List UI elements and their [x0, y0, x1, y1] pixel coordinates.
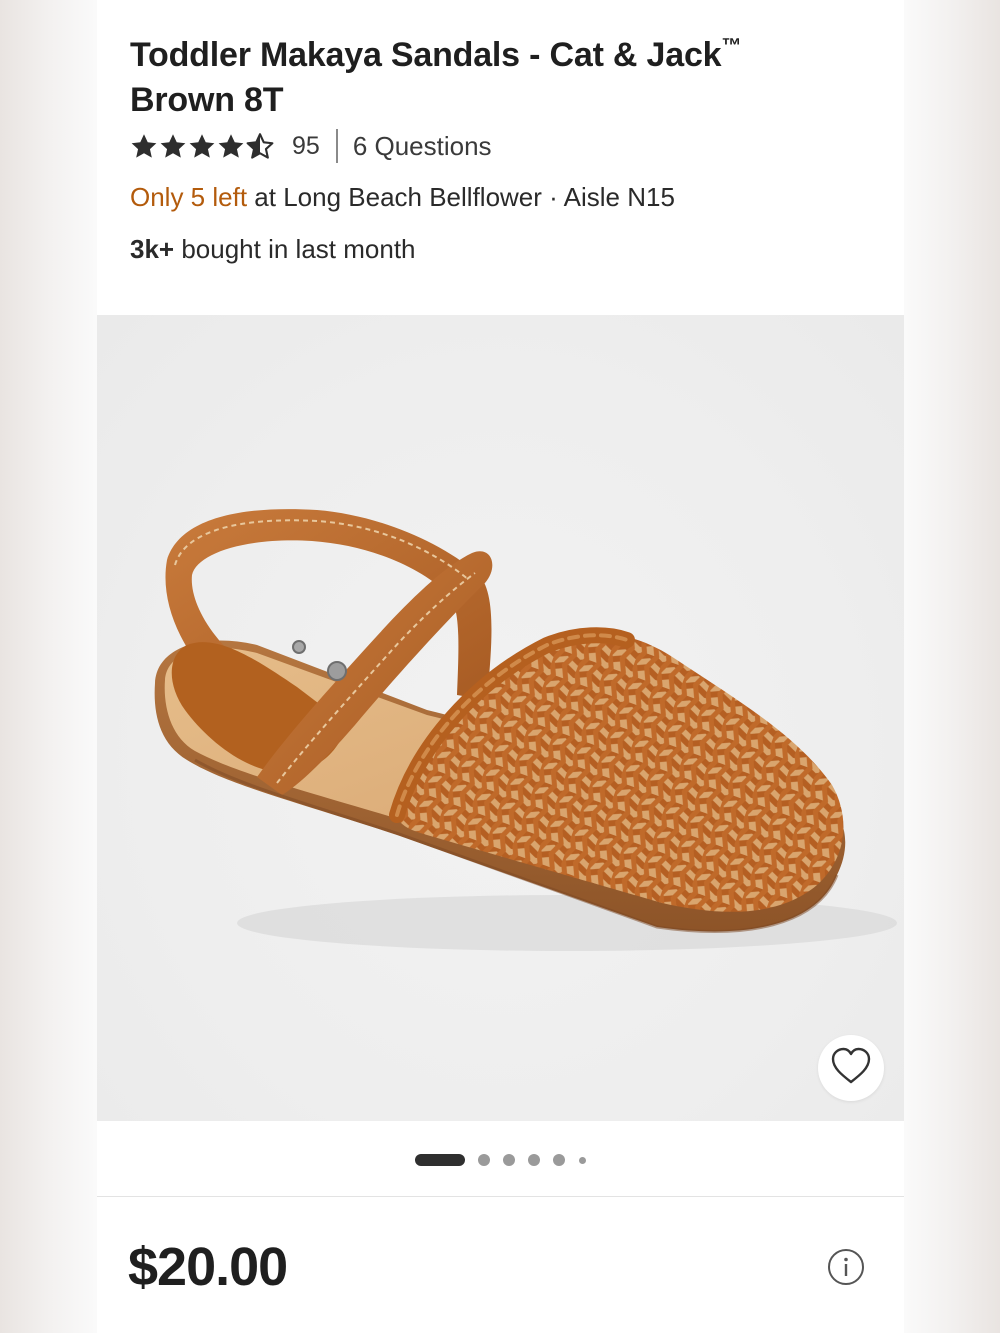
carousel-dot[interactable]	[478, 1154, 490, 1166]
product-card: Toddler Makaya Sandals - Cat & Jack™ Brow…	[97, 0, 904, 1333]
star-full-icon	[130, 133, 158, 160]
rating-row[interactable]: 95 6 Questions	[130, 128, 492, 164]
questions-link[interactable]: 6 Questions	[353, 131, 492, 162]
info-icon	[827, 1249, 865, 1290]
star-full-icon	[217, 133, 245, 160]
carousel-dot[interactable]	[503, 1154, 515, 1166]
store-stock-row[interactable]: Only 5 left at Long Beach Bellflower · A…	[130, 180, 675, 214]
price: $20.00	[128, 1237, 288, 1297]
product-title: Toddler Makaya Sandals - Cat & Jack™ Brow…	[130, 24, 870, 123]
favorite-button[interactable]	[818, 1035, 884, 1101]
star-full-icon	[188, 133, 216, 160]
carousel-dot-active[interactable]	[415, 1154, 465, 1166]
star-rating[interactable]	[130, 132, 274, 160]
review-count[interactable]: 95	[292, 132, 320, 161]
star-half-icon	[246, 132, 274, 160]
price-info-button[interactable]	[827, 1248, 865, 1286]
stock-separator: ·	[549, 182, 558, 212]
carousel-dot[interactable]	[528, 1154, 540, 1166]
product-title-text: Toddler Makaya Sandals - Cat & Jack	[130, 36, 722, 74]
heart-icon	[830, 1047, 872, 1090]
bought-text: bought in last month	[181, 234, 416, 264]
bought-count: 3k+	[130, 234, 175, 264]
carousel-dot[interactable]	[553, 1154, 565, 1166]
star-full-icon	[159, 133, 187, 160]
rating-divider	[335, 129, 338, 163]
product-image-carousel[interactable]	[97, 315, 904, 1121]
store-location[interactable]: at Long Beach Bellflower	[254, 182, 542, 212]
aisle-text: Aisle N15	[563, 182, 675, 212]
trademark-symbol: ™	[721, 35, 742, 57]
bought-recently: 3k+ bought in last month	[130, 232, 416, 266]
carousel-dot[interactable]	[579, 1156, 586, 1164]
section-divider	[97, 1196, 904, 1197]
product-variant: Brown 8T	[130, 81, 284, 119]
low-stock-text: Only 5 left	[130, 182, 248, 212]
carousel-dots[interactable]	[415, 1153, 586, 1167]
